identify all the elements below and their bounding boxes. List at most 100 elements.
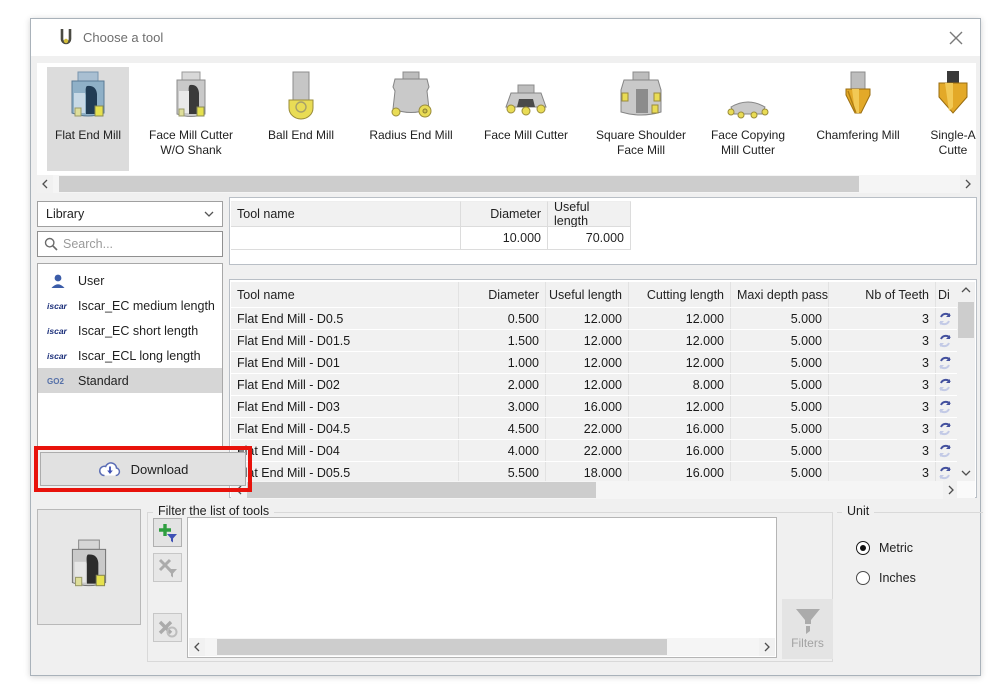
iscar-logo-icon: iscar xyxy=(46,326,70,336)
table-row[interactable]: Flat End Mill - D01.5 1.500 12.000 12.00… xyxy=(231,330,959,352)
rotation-icon[interactable] xyxy=(936,440,959,461)
library-item-label: Iscar_ECL long length xyxy=(78,349,201,363)
cell-maxi-depth-pass: 5.000 xyxy=(731,396,829,417)
tool-type-face-copying-mill-cutter[interactable]: Face Copying Mill Cutter xyxy=(703,67,793,171)
filter-list[interactable] xyxy=(187,517,777,658)
tool-type-label: Flat End Mill xyxy=(47,128,129,143)
user-icon xyxy=(46,273,70,289)
cell-maxi-depth-pass: 5.000 xyxy=(731,330,829,351)
rotation-icon[interactable] xyxy=(936,418,959,439)
tool-type-label: Single-A Cutte xyxy=(923,128,976,158)
tool-type-face-mill-wo-shank[interactable]: Face Mill Cutter W/O Shank xyxy=(141,67,241,171)
column-header[interactable]: Diameter xyxy=(461,201,548,227)
rotation-icon[interactable] xyxy=(936,308,959,329)
selected-tool-row[interactable]: 10.000 70.000 xyxy=(231,227,631,250)
tool-type-face-mill-cutter[interactable]: Face Mill Cutter xyxy=(473,67,579,171)
tool-type-chamfering-mill[interactable]: Chamfering Mill xyxy=(805,67,911,171)
cell-tool-name: Flat End Mill - D04.5 xyxy=(231,418,459,439)
table-row[interactable]: Flat End Mill - D01 1.000 12.000 12.000 … xyxy=(231,352,959,374)
cell-nb-of-teeth: 3 xyxy=(829,330,936,351)
rotation-icon[interactable] xyxy=(936,462,959,481)
square-shoulder-face-mill-icon xyxy=(591,67,691,125)
library-item-user[interactable]: User xyxy=(38,268,222,293)
scroll-right-icon[interactable] xyxy=(960,175,976,193)
add-filter-icon xyxy=(158,523,178,543)
column-header-nb-of-teeth[interactable]: Nb of Teeth xyxy=(829,282,936,307)
table-row[interactable]: Flat End Mill - D04 4.000 22.000 16.000 … xyxy=(231,440,959,462)
filter-list-hscrollbar[interactable] xyxy=(189,638,775,656)
column-header-tool-name[interactable]: Tool name xyxy=(231,282,459,307)
rotation-icon[interactable] xyxy=(936,396,959,417)
cell-nb-of-teeth: 3 xyxy=(829,374,936,395)
search-box[interactable] xyxy=(37,231,223,257)
rotation-icon[interactable] xyxy=(936,374,959,395)
tool-type-ball-end-mill[interactable]: Ball End Mill xyxy=(253,67,349,171)
library-item-iscar-short[interactable]: iscar Iscar_EC short length xyxy=(38,318,222,343)
cell-tool-name: Flat End Mill - D0.5 xyxy=(231,308,459,329)
rotation-icon[interactable] xyxy=(936,352,959,373)
scroll-up-icon[interactable] xyxy=(957,282,975,298)
tool-preview-icon xyxy=(65,539,113,595)
radio-inches-icon[interactable] xyxy=(856,571,870,585)
column-header[interactable]: Tool name xyxy=(231,201,461,227)
table-vscrollbar-thumb[interactable] xyxy=(958,302,974,338)
column-header-di[interactable]: Di xyxy=(936,282,959,307)
strip-scrollbar-thumb[interactable] xyxy=(59,176,859,192)
filter-list-hscrollbar-thumb[interactable] xyxy=(217,639,667,655)
clear-filter-icon xyxy=(158,618,178,638)
column-header-diameter[interactable]: Diameter xyxy=(459,282,546,307)
table-row[interactable]: Flat End Mill - D02 2.000 12.000 8.000 5… xyxy=(231,374,959,396)
cell-diameter: 1.500 xyxy=(459,330,546,351)
table-row[interactable]: Flat End Mill - D03 3.000 16.000 12.000 … xyxy=(231,396,959,418)
library-dropdown[interactable]: Library xyxy=(37,201,223,227)
flat-end-mill-icon xyxy=(47,67,129,125)
scroll-left-icon[interactable] xyxy=(189,638,205,656)
cell-useful-length: 12.000 xyxy=(546,374,629,395)
library-item-iscar-medium[interactable]: iscar Iscar_EC medium length xyxy=(38,293,222,318)
cell-diameter: 4.000 xyxy=(459,440,546,461)
table-row[interactable]: Flat End Mill - D0.5 0.500 12.000 12.000… xyxy=(231,308,959,330)
download-button[interactable]: Download xyxy=(40,452,246,486)
cell-useful-length: 18.000 xyxy=(546,462,629,481)
tool-type-flat-end-mill[interactable]: Flat End Mill xyxy=(47,67,129,171)
tool-type-label: Chamfering Mill xyxy=(805,128,911,143)
cell-diameter: 4.500 xyxy=(459,418,546,439)
table-hscrollbar-track[interactable] xyxy=(247,481,943,499)
tool-type-single-angle-cutter[interactable]: Single-A Cutte xyxy=(923,67,976,171)
table-hscrollbar[interactable] xyxy=(231,481,959,499)
column-header-cutting-length[interactable]: Cutting length xyxy=(629,282,731,307)
cell-useful-length: 16.000 xyxy=(546,396,629,417)
filter-list-hscrollbar-track[interactable] xyxy=(205,638,759,656)
tool-type-radius-end-mill[interactable]: Radius End Mill xyxy=(361,67,461,171)
table-row[interactable]: Flat End Mill - D04.5 4.500 22.000 16.00… xyxy=(231,418,959,440)
cell-useful-length: 12.000 xyxy=(546,352,629,373)
search-input[interactable] xyxy=(63,237,213,251)
scroll-right-icon[interactable] xyxy=(759,638,775,656)
tool-type-label: Square Shoulder Face Mill xyxy=(591,128,691,158)
column-header-maxi-depth-pass[interactable]: Maxi depth pass xyxy=(731,282,829,307)
strip-scrollbar[interactable] xyxy=(37,175,976,193)
radio-metric-icon[interactable] xyxy=(856,541,870,555)
filters-button[interactable]: Filters xyxy=(782,599,833,659)
download-label: Download xyxy=(131,462,189,477)
scroll-left-icon[interactable] xyxy=(37,175,53,193)
library-item-iscar-long[interactable]: iscar Iscar_ECL long length xyxy=(38,343,222,368)
close-icon[interactable] xyxy=(948,30,964,46)
add-filter-button[interactable] xyxy=(153,518,182,547)
table-row[interactable]: Flat End Mill - D05.5 5.500 18.000 16.00… xyxy=(231,462,959,481)
tool-type-square-shoulder-face-mill[interactable]: Square Shoulder Face Mill xyxy=(591,67,691,171)
cell-cutting-length: 12.000 xyxy=(629,308,731,329)
radio-inches[interactable]: Inches xyxy=(856,571,916,585)
scroll-down-icon[interactable] xyxy=(957,465,975,481)
edit-filter-button[interactable] xyxy=(153,553,182,582)
column-header-useful-length[interactable]: Useful length xyxy=(546,282,629,307)
radio-metric[interactable]: Metric xyxy=(856,541,913,555)
rotation-icon[interactable] xyxy=(936,330,959,351)
table-vscrollbar[interactable] xyxy=(957,282,975,481)
table-hscrollbar-thumb[interactable] xyxy=(247,482,596,498)
cell-tool-name xyxy=(231,227,461,250)
clear-filter-button[interactable] xyxy=(153,613,182,642)
strip-scrollbar-track[interactable] xyxy=(53,175,960,193)
library-item-standard[interactable]: GO2 Standard xyxy=(38,368,222,393)
column-header[interactable]: Useful length xyxy=(548,201,631,227)
